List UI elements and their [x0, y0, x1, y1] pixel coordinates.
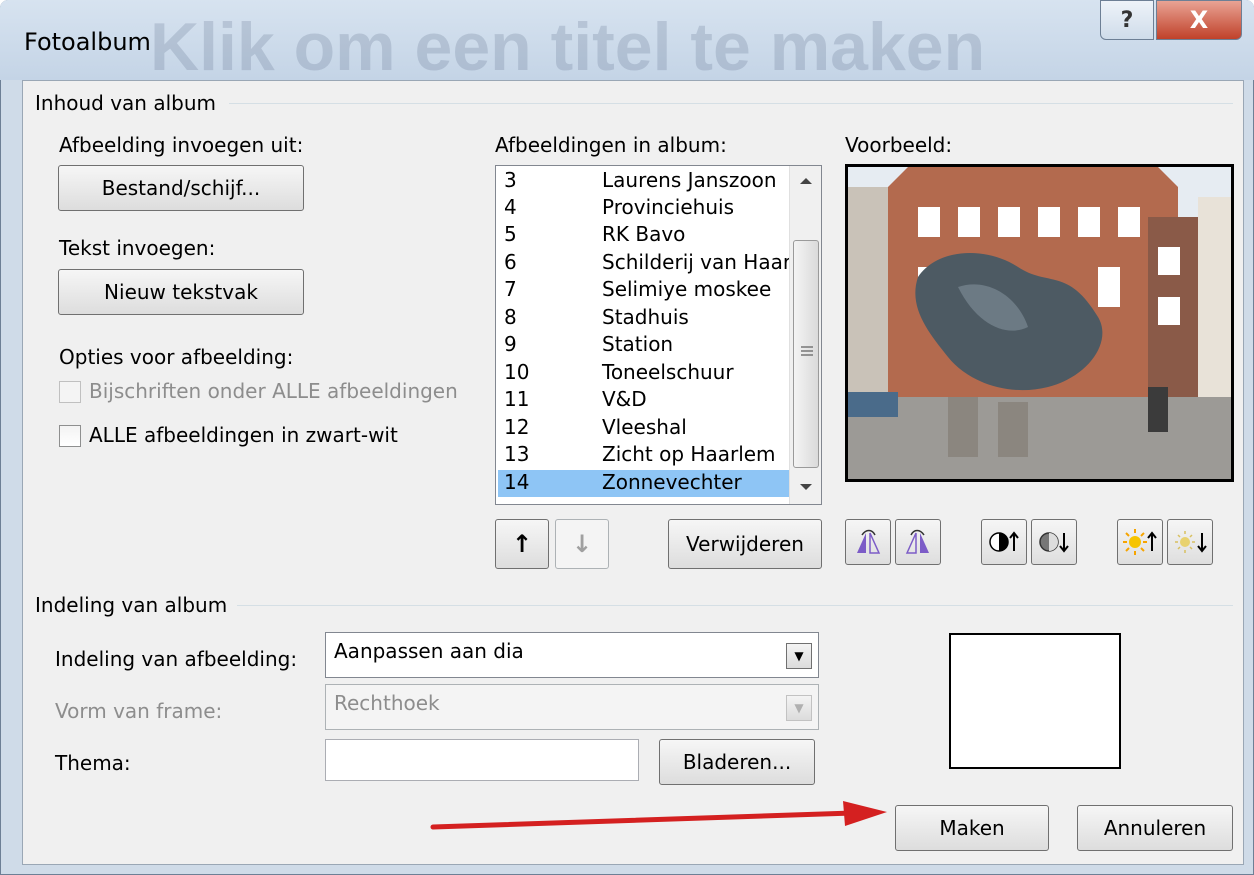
picture-layout-label: Indeling van afbeelding:: [55, 647, 298, 671]
chevron-down-icon[interactable]: ▼: [786, 643, 812, 669]
sculpture-photo: [848, 167, 1231, 479]
picture-layout-select[interactable]: Aanpassen aan dia ▼: [325, 632, 819, 678]
scroll-up-icon[interactable]: [798, 176, 814, 186]
rotate-right-icon: [905, 529, 929, 554]
brightness-up-button[interactable]: [1117, 519, 1163, 565]
arrow-up-icon: ↑: [511, 530, 533, 558]
black-white-checkbox[interactable]: [59, 425, 81, 447]
move-down-button[interactable]: ↓: [555, 519, 609, 569]
close-icon: X: [1189, 6, 1209, 34]
picture-options-label: Opties voor afbeelding:: [59, 345, 294, 369]
browse-button[interactable]: Bladeren...: [659, 739, 815, 785]
scroll-down-icon[interactable]: [798, 482, 814, 492]
rotate-left-button[interactable]: [845, 519, 891, 565]
rotate-left-icon: [857, 529, 881, 554]
insert-picture-label: Afbeelding invoegen uit:: [59, 133, 304, 157]
frame-shape-label: Vorm van frame:: [55, 699, 223, 723]
list-item[interactable]: 7 Selimiye moskee: [498, 277, 789, 304]
create-button[interactable]: Maken: [895, 805, 1049, 851]
album-pictures-label: Afbeeldingen in album:: [495, 133, 727, 157]
frame-shape-value: Rechthoek: [334, 691, 440, 715]
contrast-up-icon: [989, 531, 1019, 552]
cancel-button[interactable]: Annuleren: [1077, 805, 1233, 851]
brightness-down-button[interactable]: [1167, 519, 1213, 565]
close-button[interactable]: X: [1156, 0, 1242, 40]
list-item[interactable]: 11 V&D: [498, 387, 789, 414]
insert-text-label: Tekst invoegen:: [59, 236, 216, 260]
preview-frame: [845, 164, 1234, 482]
frame-shape-select[interactable]: Rechthoek ▼: [325, 684, 819, 730]
group-divider: [237, 605, 1233, 606]
list-item[interactable]: 10 Toneelschuur: [498, 360, 789, 387]
move-up-button[interactable]: ↑: [495, 519, 549, 569]
list-item[interactable]: 12 Vleeshal: [498, 415, 789, 442]
brightness-down-icon: [1175, 531, 1207, 553]
content-group-label: Inhoud van album: [35, 91, 217, 115]
list-item-selected[interactable]: 14 Zonnevechter: [498, 470, 789, 497]
list-item[interactable]: 8 Stadhuis: [498, 305, 789, 332]
contrast-down-button[interactable]: [1031, 519, 1077, 565]
remove-button[interactable]: Verwijderen: [668, 519, 822, 569]
group-divider: [229, 103, 1233, 104]
new-textbox-button[interactable]: Nieuw tekstvak: [58, 269, 304, 315]
list-item[interactable]: 9 Station: [498, 332, 789, 359]
scrollbar-thumb[interactable]: [793, 240, 819, 468]
album-pictures-list[interactable]: 3 Laurens Janszoon 4 Provinciehuis 5 RK Bav…: [495, 165, 822, 505]
arrow-down-icon: ↓: [571, 530, 593, 558]
picture-layout-value: Aanpassen aan dia: [334, 639, 524, 663]
background-title-hint: Klik om een titel te maken: [150, 9, 986, 85]
list-item[interactable]: 5 RK Bavo: [498, 222, 789, 249]
contrast-up-button[interactable]: [981, 519, 1027, 565]
file-disk-button[interactable]: Bestand/schijf...: [58, 165, 304, 211]
help-button[interactable]: ?: [1100, 0, 1154, 40]
annotation-arrow-icon: [430, 801, 887, 830]
layout-group-label: Indeling van album: [35, 593, 228, 617]
list-item[interactable]: 4 Provinciehuis: [498, 195, 789, 222]
grip-icon: [801, 346, 813, 356]
preview-label: Voorbeeld:: [845, 133, 953, 157]
brightness-up-icon: [1123, 529, 1157, 555]
list-item[interactable]: 6 Schilderij van Haar: [498, 250, 791, 277]
theme-input[interactable]: [325, 739, 639, 781]
help-icon: ?: [1120, 7, 1134, 33]
layout-preview-box: [949, 633, 1121, 769]
dialog-title: Fotoalbum: [24, 28, 151, 56]
contrast-down-icon: [1039, 532, 1069, 553]
rotate-right-button[interactable]: [895, 519, 941, 565]
title-bar[interactable]: Klik om een titel te maken Fotoalbum ? X: [0, 0, 1254, 85]
theme-label: Thema:: [55, 751, 131, 775]
dialog-client-area: Inhoud van album Afbeelding invoegen uit…: [22, 80, 1244, 865]
preview-image: [848, 167, 1231, 479]
captions-checkbox[interactable]: [59, 381, 81, 403]
list-scrollbar[interactable]: [789, 166, 821, 504]
list-item[interactable]: 13 Zicht op Haarlem: [498, 442, 789, 469]
black-white-label: ALLE afbeeldingen in zwart-wit: [89, 423, 398, 447]
list-item[interactable]: 3 Laurens Janszoon: [498, 168, 789, 195]
captions-label: Bijschriften onder ALLE afbeeldingen: [89, 379, 458, 403]
chevron-down-icon[interactable]: ▼: [786, 695, 812, 721]
